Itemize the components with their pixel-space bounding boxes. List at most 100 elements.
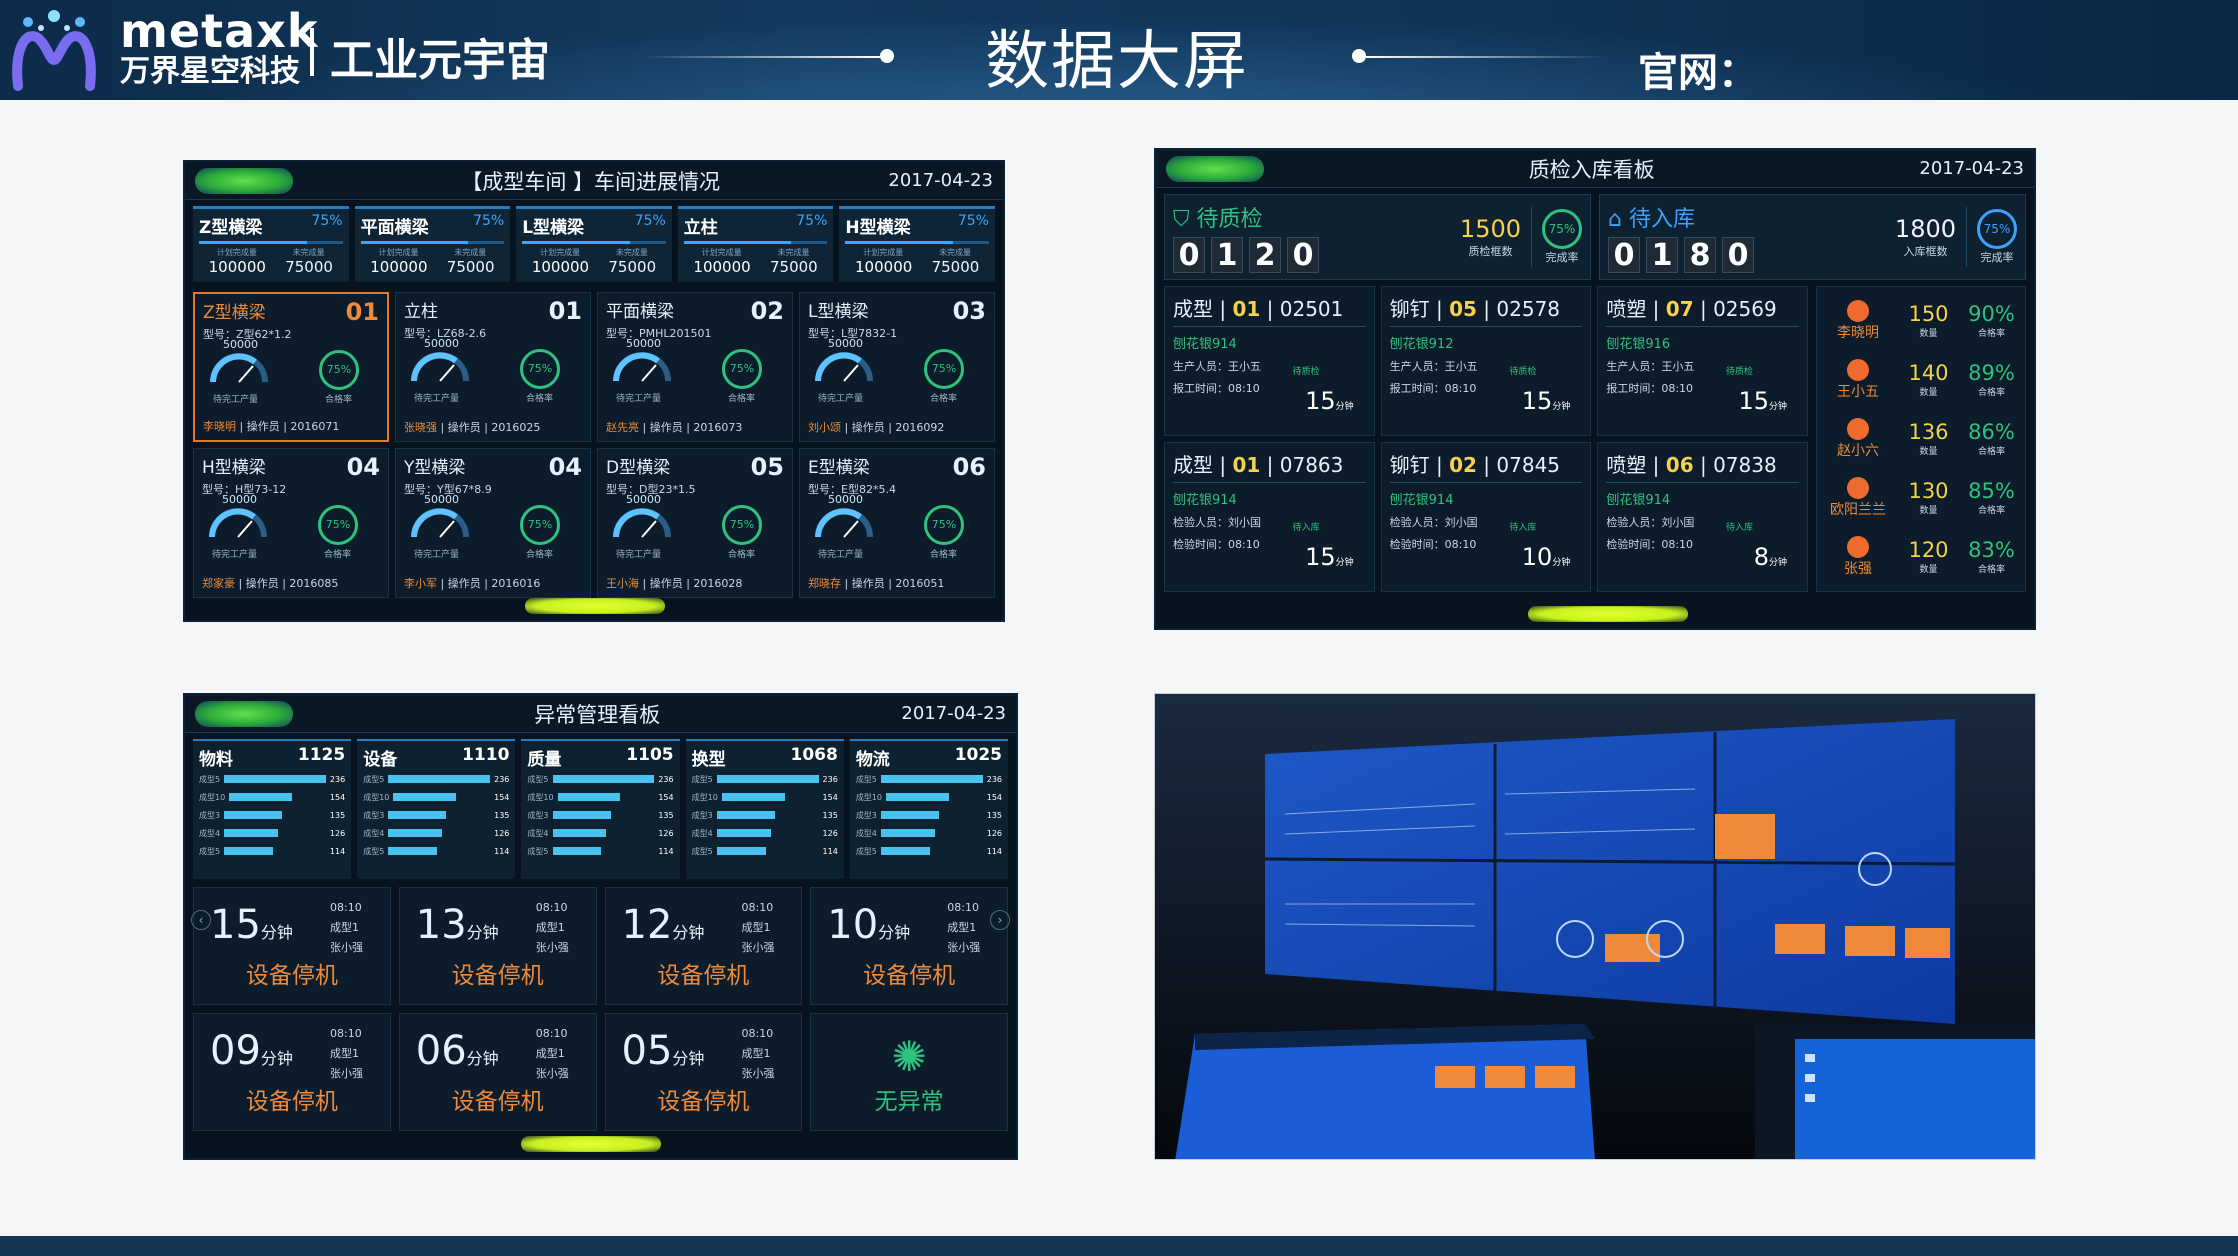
inspection-cell[interactable]: 喷塑 | 06 | 07838 刨花银914 检验人员：刘小国 检验时间：08:10 待… bbox=[1597, 442, 1808, 592]
panel-title: 异常管理看板 bbox=[534, 702, 661, 727]
bar-label: 成型5 bbox=[199, 846, 221, 856]
qty-label: 数量 bbox=[1919, 329, 1938, 339]
operator-name: 李晓明 bbox=[203, 420, 236, 433]
category-total: 1125 bbox=[297, 745, 346, 765]
gauge-label: 待完工产量 bbox=[616, 394, 662, 404]
rate-value: 85% bbox=[1968, 479, 2015, 503]
scroll-indicator[interactable] bbox=[521, 1136, 661, 1152]
next-arrow-icon[interactable]: › bbox=[990, 910, 1010, 930]
alert-duration: 06分钟 bbox=[416, 1028, 499, 1074]
rank-row[interactable]: 欧阳兰兰 130 数量 85% 合格率 bbox=[1823, 468, 2019, 527]
done-value: 75000 bbox=[931, 258, 980, 276]
summary-row: Z型横梁 75% 计划完成量 未完成量 100000 75000 平面横梁 75% 计划完成量 未… bbox=[185, 200, 1003, 288]
exception-category[interactable]: 物流 1025 成型5 236 成型10 154 成型3 135 成型4 126 成型5 114 bbox=[849, 739, 1009, 879]
rank-row[interactable]: 李晓明 150 数量 90% 合格率 bbox=[1823, 291, 2019, 350]
product-summary[interactable]: H型横梁 75% 计划完成量 未完成量 100000 75000 bbox=[839, 206, 995, 282]
bar-value: 236 bbox=[986, 774, 1003, 784]
header-line-left bbox=[640, 56, 880, 58]
exception-alert[interactable]: 13分钟 08:10 成型1 张小强 设备停机 bbox=[398, 887, 597, 1005]
operator-code: 2016028 bbox=[693, 577, 743, 590]
operator-role: 操作员 bbox=[851, 421, 885, 434]
bar-track bbox=[557, 793, 655, 801]
workstation-card[interactable]: Z型横梁 01 型号：Z型62*1.2 50000 75% 待完工产量 合格率 李晓明 | 操… bbox=[193, 292, 389, 442]
workstation-card[interactable]: E型横梁 06 型号：E型82*5.4 50000 75% 待完工产量 合格率 郑晓存 | 操… bbox=[799, 448, 995, 598]
scroll-indicator[interactable] bbox=[1528, 606, 1688, 622]
product-summary[interactable]: 平面横梁 75% 计划完成量 未完成量 100000 75000 bbox=[354, 206, 511, 282]
operator-name: 李小军 bbox=[404, 577, 437, 590]
product-summary[interactable]: Z型横梁 75% 计划完成量 未完成量 100000 75000 bbox=[193, 206, 349, 282]
no-exception-card[interactable]: ✺ 无异常 bbox=[810, 1013, 1008, 1131]
workstation-card[interactable]: L型横梁 03 型号：L型7832-1 50000 75% 待完工产量 合格率 刘小颂 | 操… bbox=[799, 292, 995, 442]
bar-value: 114 bbox=[494, 846, 510, 856]
workstation-cards: Z型横梁 01 型号：Z型62*1.2 50000 75% 待完工产量 合格率 李晓明 | 操… bbox=[185, 288, 1003, 602]
card-header: 平面横梁 02 bbox=[606, 297, 784, 325]
plan-value: 100000 bbox=[370, 258, 428, 276]
exception-alert[interactable]: 10分钟 08:10 成型1 张小强 设备停机 bbox=[810, 887, 1008, 1005]
card-header: L型横梁 03 bbox=[808, 297, 986, 325]
operator-code: 2016092 bbox=[895, 421, 945, 434]
cell-tag: 待质检 bbox=[1725, 367, 1753, 377]
card-header: Z型横梁 01 bbox=[203, 298, 379, 326]
cell-type: 铆钉 bbox=[1389, 297, 1430, 321]
panel-date: 2017-04-23 bbox=[1919, 158, 2024, 179]
workstation-card[interactable]: 立柱 01 型号：LZ68-2.6 50000 75% 待完工产量 合格率 张晓强 | 操作员… bbox=[395, 292, 591, 442]
inspection-cell[interactable]: 成型 | 01 | 07863 刨花银914 检验人员：刘小国 检验时间：08:10 待… bbox=[1164, 442, 1375, 592]
no-exception-label: 无异常 bbox=[874, 1089, 944, 1115]
cell-line: 05 bbox=[1449, 297, 1477, 321]
bar-track bbox=[716, 811, 819, 819]
pending-store-label: 待入库 bbox=[1628, 207, 1695, 232]
prev-arrow-icon[interactable]: ‹ bbox=[191, 910, 211, 930]
cell-type: 喷塑 bbox=[1606, 453, 1647, 477]
alert-time: 08:10 bbox=[947, 901, 979, 914]
rank-name: 欧阳兰兰 bbox=[1830, 501, 1886, 518]
exception-category[interactable]: 设备 1110 成型5 236 成型10 154 成型3 135 成型4 126 成型5 114 bbox=[357, 739, 516, 879]
workstation-card[interactable]: H型横梁 04 型号：H型73-12 50000 75% 待完工产量 合格率 郑家豪 | 操作… bbox=[193, 448, 389, 598]
bar-track bbox=[224, 775, 326, 783]
alert-meta: 08:10 成型1 张小强 bbox=[330, 898, 363, 958]
wait-unit: 分钟 bbox=[1768, 402, 1787, 412]
cell-header: 喷塑 | 06 | 07838 bbox=[1606, 449, 1799, 483]
cell-product: 刨花银914 bbox=[1173, 337, 1237, 352]
website-link[interactable]: 官网：https://www.metaxk.vip bbox=[1638, 40, 2238, 100]
inspection-cell[interactable]: 铆钉 | 02 | 07845 刨花银914 检验人员：刘小国 检验时间：08:10 待… bbox=[1380, 442, 1592, 592]
exception-alerts: 15分钟 08:10 成型1 张小强 设备停机 13分钟 08:10 成型1 张小强 设备停机 12… bbox=[185, 885, 1016, 1133]
cell-product: 刨花银914 bbox=[1173, 493, 1237, 508]
exception-category[interactable]: 质量 1105 成型5 236 成型10 154 成型3 135 成型4 126 成型5 114 bbox=[521, 739, 680, 879]
product-summary[interactable]: L型横梁 75% 计划完成量 未完成量 100000 75000 bbox=[516, 206, 672, 282]
bar-label: 成型4 bbox=[363, 828, 385, 838]
inspection-cell[interactable]: 铆钉 | 05 | 02578 刨花银912 生产人员：王小五 报工时间：08:10 待… bbox=[1380, 286, 1592, 436]
rank-row[interactable]: 王小五 140 数量 89% 合格率 bbox=[1823, 350, 2019, 409]
scroll-indicator[interactable] bbox=[525, 598, 665, 614]
bar-label: 成型3 bbox=[527, 810, 549, 820]
category-bar-row: 成型3 135 bbox=[692, 806, 838, 824]
counter-digit: 0 bbox=[1287, 237, 1319, 273]
gauge-icon bbox=[410, 349, 470, 383]
exception-alert[interactable]: 09分钟 08:10 成型1 张小强 设备停机 bbox=[193, 1013, 391, 1131]
cell-tag: 待入库 bbox=[1509, 523, 1537, 533]
exception-alert[interactable]: 12分钟 08:10 成型1 张小强 设备停机 bbox=[604, 887, 803, 1005]
cell-type: 成型 bbox=[1173, 297, 1213, 321]
bar-label: 成型4 bbox=[855, 828, 877, 838]
inspection-cell[interactable]: 成型 | 01 | 02501 刨花银914 生产人员：王小五 报工时间：08:10 待… bbox=[1164, 286, 1375, 436]
workstation-card[interactable]: 平面横梁 02 型号：PMHL201501 50000 75% 待完工产量 合格率 赵先亮 |… bbox=[597, 292, 793, 442]
bar-label: 成型10 bbox=[527, 792, 554, 802]
workstation-card[interactable]: Y型横梁 04 型号：Y型67*8.9 50000 75% 待完工产量 合格率 李小军 | 操… bbox=[395, 448, 591, 598]
panel-title: 【成型车间 】车间进展情况 bbox=[461, 169, 721, 194]
workstation-card[interactable]: D型横梁 05 型号：D型23*1.5 50000 75% 待完工产量 合格率 王小海 | 操… bbox=[597, 448, 793, 598]
rank-row[interactable]: 赵小六 136 数量 86% 合格率 bbox=[1823, 409, 2019, 468]
bar-value: 154 bbox=[329, 792, 346, 802]
exception-alert[interactable]: 06分钟 08:10 成型1 张小强 设备停机 bbox=[398, 1013, 597, 1131]
exception-category[interactable]: 换型 1068 成型5 236 成型10 154 成型3 135 成型4 126 成型5 114 bbox=[685, 739, 844, 879]
operator-code: 2016073 bbox=[693, 421, 743, 434]
exception-alert[interactable]: 15分钟 08:10 成型1 张小强 设备停机 bbox=[193, 887, 391, 1005]
product-summary[interactable]: 立柱 75% 计划完成量 未完成量 100000 75000 bbox=[677, 206, 834, 282]
exception-alert[interactable]: 05分钟 08:10 成型1 张小强 设备停机 bbox=[604, 1013, 803, 1131]
alert-meta: 08:10 成型1 张小强 bbox=[742, 898, 775, 958]
cell-tag: 待入库 bbox=[1725, 523, 1753, 533]
alert-duration: 10分钟 bbox=[827, 902, 910, 948]
rank-row[interactable]: 张强 120 数量 83% 合格率 bbox=[1823, 527, 2019, 586]
exception-category[interactable]: 物料 1125 成型5 236 成型10 154 成型3 135 成型4 126 成型5 114 bbox=[193, 739, 352, 879]
inspection-cell[interactable]: 喷塑 | 07 | 02569 刨花银916 生产人员：王小五 报工时间：08:10 待… bbox=[1597, 286, 1808, 436]
summary-percent: 75% bbox=[311, 213, 343, 229]
rate-label: 合格率 bbox=[1977, 506, 2005, 516]
